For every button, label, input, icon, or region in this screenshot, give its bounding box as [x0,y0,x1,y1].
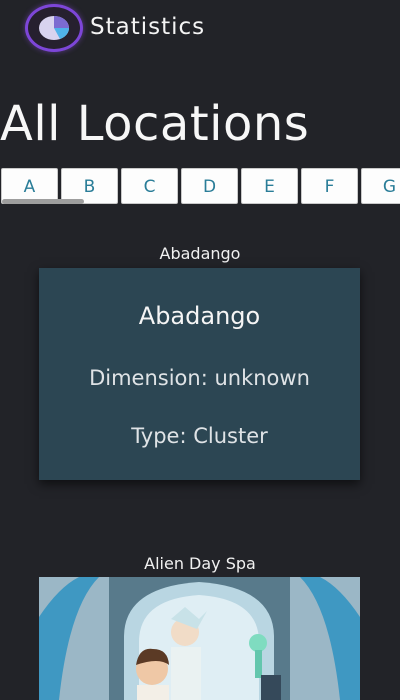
location-dimension: Dimension: unknown [89,366,310,390]
location-card[interactable]: Abadango Dimension: unknown Type: Cluste… [39,268,360,480]
letter-button-g[interactable]: G [361,168,400,204]
location-image-card[interactable] [39,577,360,700]
location-name: Abadango [138,302,261,330]
letter-button-d[interactable]: D [181,168,238,204]
page-title: All Locations [0,96,310,152]
location-caption: Alien Day Spa [144,554,256,573]
location-type: Type: Cluster [131,424,268,448]
letter-bar-scrollbar[interactable] [2,199,84,204]
app-header: Statistics [0,0,400,60]
app-title[interactable]: Statistics [90,14,205,40]
letter-button-f[interactable]: F [301,168,358,204]
location-caption: Abadango [159,244,241,263]
location-image [39,577,360,700]
letter-button-c[interactable]: C [121,168,178,204]
statistics-logo[interactable] [28,7,80,49]
letter-button-e[interactable]: E [241,168,298,204]
pie-chart-icon [39,16,69,40]
